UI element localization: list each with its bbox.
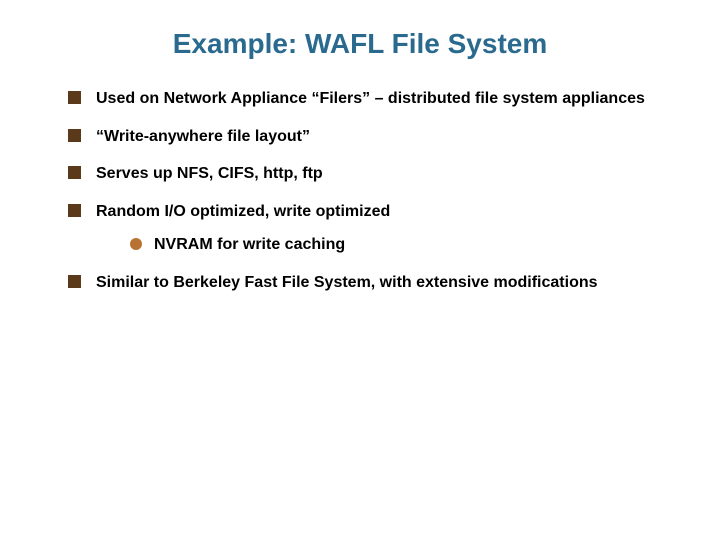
sub-bullet-list: NVRAM for write caching <box>130 234 680 256</box>
bullet-item: Random I/O optimized, write optimized NV… <box>68 201 680 256</box>
bullet-item: “Write-anywhere file layout” <box>68 126 680 148</box>
bullet-item: Used on Network Appliance “Filers” – dis… <box>68 88 680 110</box>
bullet-text: Random I/O optimized, write optimized <box>96 203 390 220</box>
bullet-list: Used on Network Appliance “Filers” – dis… <box>68 88 680 294</box>
sub-bullet-item: NVRAM for write caching <box>130 234 680 256</box>
bullet-item: Similar to Berkeley Fast File System, wi… <box>68 272 680 294</box>
bullet-item: Serves up NFS, CIFS, http, ftp <box>68 163 680 185</box>
slide: Example: WAFL File System Used on Networ… <box>0 0 720 540</box>
slide-title: Example: WAFL File System <box>40 28 680 60</box>
